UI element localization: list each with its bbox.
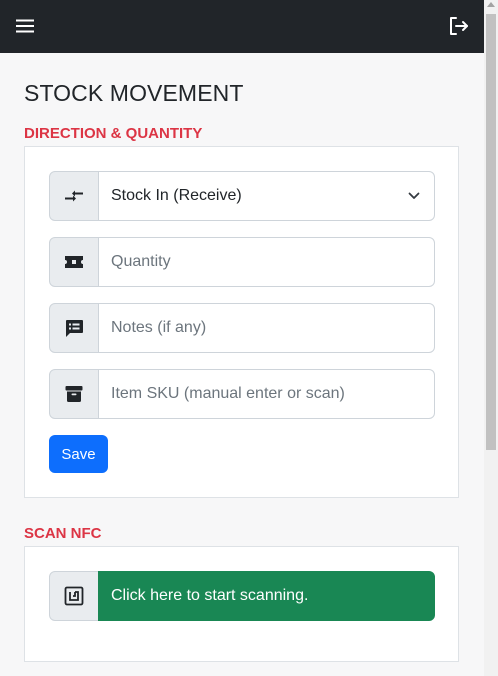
page-scrollbar[interactable] xyxy=(484,0,498,676)
chevron-down-icon xyxy=(408,187,420,205)
direction-select[interactable]: Stock In (Receive) xyxy=(98,171,435,221)
quantity-input[interactable] xyxy=(98,237,435,287)
sku-input[interactable] xyxy=(98,369,435,419)
quantity-group xyxy=(49,237,435,287)
scroll-up-arrow-icon[interactable] xyxy=(487,2,495,7)
scan-nfc-heading: SCAN NFC xyxy=(24,525,102,542)
arrows-exchange-icon xyxy=(49,171,99,221)
start-scanning-button[interactable]: Click here to start scanning. xyxy=(98,571,435,621)
direction-quantity-heading: DIRECTION & QUANTITY xyxy=(24,125,203,142)
sku-group xyxy=(49,369,435,419)
top-navbar xyxy=(0,0,484,53)
logout-icon[interactable] xyxy=(446,14,470,38)
scroll-thumb[interactable] xyxy=(486,14,496,450)
hamburger-menu-icon[interactable] xyxy=(13,14,37,38)
notes-input[interactable] xyxy=(98,303,435,353)
direction-select-value: Stock In (Receive) xyxy=(111,187,242,204)
page-title: STOCK MOVEMENT xyxy=(24,80,244,106)
direction-select-group: Stock In (Receive) xyxy=(49,171,435,221)
scan-nfc-group: Click here to start scanning. xyxy=(49,571,435,621)
scan-nfc-card: Click here to start scanning. xyxy=(24,546,459,662)
archive-box-icon xyxy=(49,369,99,419)
direction-quantity-card: Stock In (Receive) Quantity Notes (if an… xyxy=(24,146,459,498)
comment-lines-icon xyxy=(49,303,99,353)
ticket-icon xyxy=(49,237,99,287)
notes-group xyxy=(49,303,435,353)
nfc-icon xyxy=(49,571,99,621)
save-button[interactable]: Save xyxy=(49,435,108,473)
